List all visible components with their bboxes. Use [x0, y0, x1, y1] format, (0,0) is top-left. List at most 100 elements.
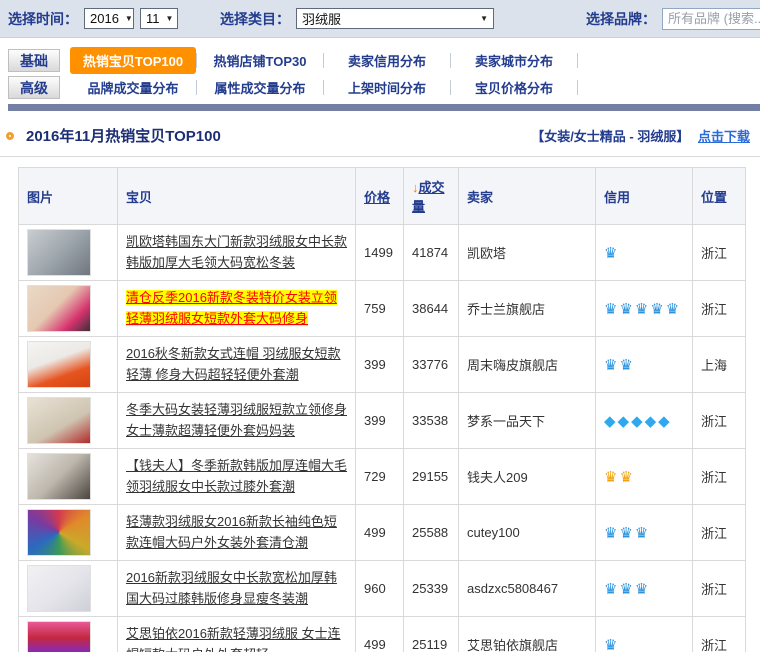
item-thumbnail[interactable]: [27, 509, 91, 556]
tab-separator: [577, 53, 578, 68]
item-price: 1499: [356, 225, 404, 281]
seller-name: cutey100: [459, 505, 596, 561]
seller-name: 凯欧塔: [459, 225, 596, 281]
time-filter-label: 选择时间：: [8, 9, 78, 29]
category-filter-label: 选择类目：: [220, 9, 290, 29]
item-title-link[interactable]: 【钱夫人】冬季新款韩版加厚连帽大毛领羽绒服女中长款过膝外套潮: [126, 458, 347, 493]
table-row: 艾思铂依2016新款轻薄羽绒服 女士连帽短款大码户外外套超轻 499 25119…: [19, 617, 746, 652]
tab-item-price-distribution[interactable]: 宝贝价格分布: [451, 74, 577, 101]
table-row: 2016秋冬新款女式连帽 羽绒服女短款轻薄 修身大码超轻轻便外套潮 399 33…: [19, 337, 746, 393]
table-header-row: 图片 宝贝 价格 ↓成交量 卖家 信用 位置: [19, 168, 746, 225]
item-location: 浙江: [693, 617, 746, 652]
table-row: 【钱夫人】冬季新款韩版加厚连帽大毛领羽绒服女中长款过膝外套潮 729 29155…: [19, 449, 746, 505]
tab-hot-shops-top30[interactable]: 热销店铺TOP30: [197, 47, 323, 74]
blue-crown-icons: ♛: [604, 245, 619, 262]
item-title-link[interactable]: 艾思铂依2016新款轻薄羽绒服 女士连帽短款大码户外外套超轻: [126, 626, 341, 652]
tab-seller-city-distribution[interactable]: 卖家城市分布: [451, 47, 577, 74]
item-location: 浙江: [693, 225, 746, 281]
item-volume: 25119: [404, 617, 459, 652]
item-price: 399: [356, 393, 404, 449]
item-volume: 29155: [404, 449, 459, 505]
caret-down-icon: ▼: [166, 14, 174, 23]
item-title-link[interactable]: 2016秋冬新款女式连帽 羽绒服女短款轻薄 修身大码超轻轻便外套潮: [126, 346, 341, 381]
item-thumbnail[interactable]: [27, 565, 91, 612]
item-location: 浙江: [693, 449, 746, 505]
item-thumbnail[interactable]: [27, 453, 91, 500]
item-title-link[interactable]: 凯欧塔韩国东大门新款羽绒服女中长款韩版加厚大毛领大码宽松冬装: [126, 234, 347, 269]
blue-crown-icons: ♛♛♛: [604, 581, 650, 598]
download-link[interactable]: 点击下载: [698, 129, 750, 144]
table-row: 轻薄款羽绒服女2016新款长袖纯色短款连帽大码户外女装外套清仓潮 499 255…: [19, 505, 746, 561]
tab-separator: [577, 80, 578, 95]
advanced-tabs-label: 高级: [8, 76, 60, 99]
tab-seller-credit-distribution[interactable]: 卖家信用分布: [324, 47, 450, 74]
seller-name: 乔士兰旗舰店: [459, 281, 596, 337]
advanced-tab-row: 高级 品牌成交量分布 属性成交量分布 上架时间分布 宝贝价格分布: [8, 74, 760, 101]
tab-navigation: 基础 热销宝贝TOP100 热销店铺TOP30 卖家信用分布 卖家城市分布 高级…: [0, 38, 760, 111]
filter-bar: 选择时间： 2016 ▼ 11 ▼ 选择类目： 羽绒服 ▼ 选择品牌： ▼: [0, 0, 760, 38]
section-divider: [0, 156, 760, 157]
tab-brand-volume-distribution[interactable]: 品牌成交量分布: [70, 74, 196, 101]
category-select[interactable]: 羽绒服 ▼: [296, 8, 494, 29]
item-thumbnail[interactable]: [27, 285, 91, 332]
item-volume: 25339: [404, 561, 459, 617]
header-seller: 卖家: [459, 168, 596, 225]
item-price: 759: [356, 281, 404, 337]
caret-down-icon: ▼: [480, 14, 488, 23]
caret-down-icon: ▼: [125, 14, 133, 23]
item-title-link[interactable]: 2016新款羽绒服女中长款宽松加厚韩国大码过膝韩版修身显瘦冬装潮: [126, 570, 337, 605]
category-select-value: 羽绒服: [302, 9, 341, 28]
item-price: 960: [356, 561, 404, 617]
item-thumbnail[interactable]: [27, 397, 91, 444]
year-select[interactable]: 2016 ▼: [84, 8, 134, 29]
item-volume: 41874: [404, 225, 459, 281]
tab-divider-bar: [8, 104, 760, 111]
brand-filter-label: 选择品牌：: [586, 9, 656, 29]
seller-name: asdzxc5808467: [459, 561, 596, 617]
item-thumbnail[interactable]: [27, 341, 91, 388]
item-location: 上海: [693, 337, 746, 393]
item-price: 499: [356, 505, 404, 561]
brand-filter-group: 选择品牌： ▼: [586, 8, 760, 30]
year-select-value: 2016: [90, 11, 119, 26]
top100-table-body: 凯欧塔韩国东大门新款羽绒服女中长款韩版加厚大毛领大码宽松冬装 1499 4187…: [19, 225, 746, 652]
blue-diamond-icons: ◆◆◆◆◆: [604, 413, 672, 430]
item-title-link[interactable]: 轻薄款羽绒服女2016新款长袖纯色短款连帽大码户外女装外套清仓潮: [126, 514, 337, 549]
item-location: 浙江: [693, 393, 746, 449]
tab-hot-items-top100[interactable]: 热销宝贝TOP100: [70, 47, 196, 74]
tab-attribute-volume-distribution[interactable]: 属性成交量分布: [197, 74, 323, 101]
time-filter-group: 选择时间： 2016 ▼ 11 ▼: [8, 8, 178, 29]
item-title-link[interactable]: 冬季大码女装轻薄羽绒服短款立领修身女士薄款超薄轻便外套妈妈装: [126, 402, 347, 437]
table-row: 2016新款羽绒服女中长款宽松加厚韩国大码过膝韩版修身显瘦冬装潮 960 253…: [19, 561, 746, 617]
seller-name: 梦系一品天下: [459, 393, 596, 449]
sort-by-price-link[interactable]: 价格: [364, 190, 390, 205]
item-thumbnail[interactable]: [27, 229, 91, 276]
section-header: 2016年11月热销宝贝TOP100 【女装/女士精品 - 羽绒服】 点击下载: [6, 125, 750, 146]
item-location: 浙江: [693, 281, 746, 337]
category-path-text: 【女装/女士精品 - 羽绒服】: [531, 129, 689, 144]
header-image: 图片: [19, 168, 118, 225]
page-title: 2016年11月热销宝贝TOP100: [26, 125, 221, 146]
category-filter-group: 选择类目： 羽绒服 ▼: [220, 8, 494, 29]
brand-search-input[interactable]: [662, 8, 760, 30]
item-thumbnail[interactable]: [27, 621, 91, 652]
item-volume: 25588: [404, 505, 459, 561]
tab-listing-time-distribution[interactable]: 上架时间分布: [324, 74, 450, 101]
header-item: 宝贝: [118, 168, 356, 225]
gold-crown-icons: ♛♛: [604, 469, 635, 486]
month-select[interactable]: 11 ▼: [140, 8, 178, 29]
orange-ring-icon: [6, 132, 14, 140]
header-location: 位置: [693, 168, 746, 225]
seller-name: 艾思铂依旗舰店: [459, 617, 596, 652]
table-row: 凯欧塔韩国东大门新款羽绒服女中长款韩版加厚大毛领大码宽松冬装 1499 4187…: [19, 225, 746, 281]
table-row: 清仓反季2016新款冬装特价女装立领轻薄羽绒服女短款外套大码修身 759 386…: [19, 281, 746, 337]
blue-crown-icons: ♛: [604, 637, 619, 652]
item-price: 499: [356, 617, 404, 652]
item-title-link[interactable]: 清仓反季2016新款冬装特价女装立领轻薄羽绒服女短款外套大码修身: [126, 290, 337, 325]
item-price: 399: [356, 337, 404, 393]
item-location: 浙江: [693, 561, 746, 617]
item-volume: 38644: [404, 281, 459, 337]
table-row: 冬季大码女装轻薄羽绒服短款立领修身女士薄款超薄轻便外套妈妈装 399 33538…: [19, 393, 746, 449]
item-price: 729: [356, 449, 404, 505]
item-location: 浙江: [693, 505, 746, 561]
